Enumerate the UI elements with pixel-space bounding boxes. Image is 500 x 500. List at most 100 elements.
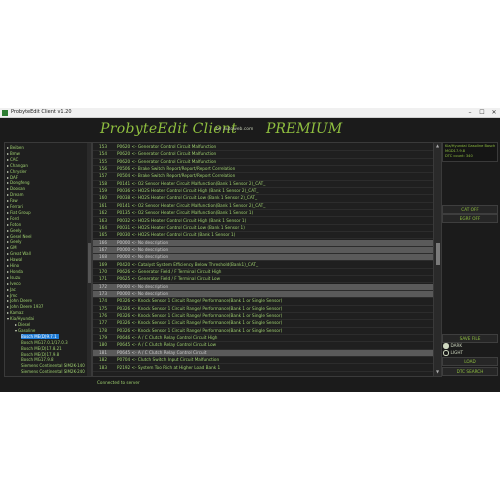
collapsed-arrow-icon[interactable]: ▸ <box>7 157 9 162</box>
dtc-row[interactable]: 154 P0620 <- Generator Control Circuit Ma… <box>93 151 433 159</box>
tree-item[interactable]: ▸Hawal <box>7 257 22 262</box>
collapsed-arrow-icon[interactable]: ▸ <box>7 151 9 156</box>
tree-item[interactable]: ▸Fiat Group <box>7 210 31 215</box>
dtc-search-button[interactable]: DTC SEARCH <box>442 367 498 376</box>
tree-item[interactable]: ▸Beiben <box>7 145 24 150</box>
tree-item[interactable]: ▸Hino <box>7 263 19 268</box>
maximize-button[interactable]: ☐ <box>476 108 488 117</box>
dtc-row[interactable]: 162 P0135 <- O2 Sensor Heater Circuit Mal… <box>93 210 433 218</box>
tree-item[interactable]: ▸Iveco <box>7 281 21 286</box>
tree-item[interactable]: ▸John Deere 1937 <box>7 304 43 309</box>
tree-item[interactable]: ▸Jac <box>7 287 16 292</box>
tree-item[interactable]: Bosch ME(D)17.8.21 <box>21 346 62 351</box>
dtc-row[interactable]: 168 P0000 <- No description <box>93 254 433 262</box>
expanded-arrow-icon[interactable]: ▾ <box>7 316 9 321</box>
tree-item[interactable]: ▸Kamaz <box>7 310 23 315</box>
theme-dark-radio[interactable]: DARK <box>443 343 462 349</box>
tree-item[interactable]: ▾Gasoline <box>15 328 35 333</box>
dtc-row[interactable]: 173 P0000 <- No description <box>93 291 433 299</box>
dtc-row[interactable]: 160 P0038 <- HO2S Heater Control Circuit … <box>93 195 433 203</box>
collapsed-arrow-icon[interactable]: ▸ <box>7 251 9 256</box>
scroll-down-arrow[interactable]: ▼ <box>434 369 441 375</box>
collapsed-arrow-icon[interactable]: ▸ <box>7 239 9 244</box>
save-file-button[interactable]: SAVE FILE <box>442 334 498 343</box>
tree-item[interactable]: ▸Diesel <box>15 322 30 327</box>
dtc-row[interactable]: 171 P0625 <- Generator Field / F Terminal… <box>93 276 433 284</box>
tree-item[interactable]: Bosch ME(D)17.9.8 <box>21 352 59 357</box>
load-button[interactable]: LOAD <box>442 357 498 366</box>
tree-item[interactable]: Siemens Continental SIM2K-140 <box>21 363 85 368</box>
collapsed-arrow-icon[interactable]: ▸ <box>7 175 9 180</box>
dtc-row[interactable]: 183 P2192 <- System Too Rich at Higher Lo… <box>93 365 433 372</box>
dtc-row[interactable]: 167 P0000 <- No description <box>93 246 433 255</box>
dtc-row[interactable]: 153 P0620 <- Generator Control Circuit Ma… <box>93 144 433 152</box>
tree-item[interactable]: ▸Dream <box>7 192 23 197</box>
dtc-row[interactable]: 181 P0645 <- A / C Clutch Relay Control C… <box>93 349 433 357</box>
minimize-button[interactable]: – <box>464 108 476 117</box>
dtc-row[interactable]: 161 P0141 <- O2 Sensor Heater Circuit Mal… <box>93 203 433 210</box>
tree-item[interactable]: ▸DAF <box>7 175 18 180</box>
collapsed-arrow-icon[interactable]: ▸ <box>7 186 9 191</box>
dtc-row[interactable]: 156 P0506 <- Brake Switch Report/Report/R… <box>93 166 433 174</box>
tree-item[interactable]: Bosch ME(D)9.7.1 <box>21 333 59 340</box>
dtc-list-scrollbar[interactable]: ▲ ▼ <box>433 142 442 377</box>
tree-item[interactable]: ▸John Deere <box>7 298 32 303</box>
dtc-row[interactable]: 175 P0326 <- Knock Sensor 1 Circuit Range… <box>93 306 433 313</box>
dtc-row[interactable]: 182 P0704 <- Clutch Switch Input Circuit … <box>93 357 433 365</box>
dtc-list-scroll-thumb[interactable] <box>435 243 440 265</box>
dtc-row[interactable]: 169 P0420 <- Catalyst System Efficiency B… <box>93 262 433 269</box>
dtc-row[interactable]: 165 P0030 <- HO2S Heater Control Circuit … <box>93 232 433 240</box>
tree-item[interactable]: ▸Dongfeng <box>7 180 30 185</box>
tree-item[interactable]: ▸Geely <box>7 239 22 244</box>
tree-item[interactable]: ▸Ford <box>7 216 19 221</box>
collapsed-arrow-icon[interactable]: ▸ <box>7 275 9 280</box>
collapsed-arrow-icon[interactable]: ▸ <box>7 192 9 197</box>
tree-item[interactable]: ▸CAC <box>7 157 18 162</box>
dtc-row[interactable]: 179 P0646 <- A / C Clutch Relay Control C… <box>93 335 433 343</box>
collapsed-arrow-icon[interactable]: ▸ <box>15 322 17 327</box>
tree-scrollbar[interactable] <box>87 143 91 376</box>
dtc-row[interactable]: 177 P0326 <- Knock Sensor 1 Circuit Range… <box>93 320 433 328</box>
collapsed-arrow-icon[interactable]: ▸ <box>7 222 9 227</box>
dtc-row[interactable]: 159 P0036 <- HO2S Heater Control Circuit … <box>93 188 433 196</box>
dtc-row[interactable]: 174 P0326 <- Knock Sensor 1 Circuit Range… <box>93 298 433 306</box>
dtc-row[interactable]: 155 P0620 <- Generator Control Circuit Ma… <box>93 159 433 166</box>
dtc-row[interactable]: 180 P0645 <- A / C Clutch Relay Control C… <box>93 342 433 350</box>
collapsed-arrow-icon[interactable]: ▸ <box>7 234 9 239</box>
collapsed-arrow-icon[interactable]: ▸ <box>7 210 9 215</box>
dtc-row[interactable]: 170 P0626 <- Generator Field / F Terminal… <box>93 269 433 277</box>
tree-item[interactable]: ▸Isuzu <box>7 275 20 280</box>
collapsed-arrow-icon[interactable]: ▸ <box>7 269 9 274</box>
tree-item[interactable]: ▸Geely <box>7 228 22 233</box>
collapsed-arrow-icon[interactable]: ▸ <box>7 163 9 168</box>
theme-light-radio[interactable]: LIGHT <box>443 350 463 356</box>
tree-item[interactable]: ▸GM <box>7 245 17 250</box>
collapsed-arrow-icon[interactable]: ▸ <box>7 293 9 298</box>
tree-item[interactable]: ▸Changan <box>7 163 28 168</box>
cat-off-button[interactable]: CAT OFF <box>442 205 498 214</box>
scroll-up-arrow[interactable]: ▲ <box>434 143 441 149</box>
collapsed-arrow-icon[interactable]: ▸ <box>7 204 9 209</box>
expanded-arrow-icon[interactable]: ▾ <box>15 328 17 333</box>
dtc-row[interactable]: 158 P0141 <- O2 Sensor Heater Circuit Mal… <box>93 181 433 188</box>
dtc-row[interactable]: 176 P0326 <- Knock Sensor 1 Circuit Range… <box>93 313 433 321</box>
tree-item[interactable]: ▸Doosan <box>7 186 25 191</box>
collapsed-arrow-icon[interactable]: ▸ <box>7 245 9 250</box>
tree-item[interactable]: Bosch MG17.9.8 <box>21 357 54 362</box>
close-button[interactable]: ✕ <box>488 108 500 117</box>
collapsed-arrow-icon[interactable]: ▸ <box>7 298 9 303</box>
collapsed-arrow-icon[interactable]: ▸ <box>7 263 9 268</box>
tree-item[interactable]: ▸Foton <box>7 222 21 227</box>
collapsed-arrow-icon[interactable]: ▸ <box>7 169 9 174</box>
egr-off-button[interactable]: EGRF OFF <box>442 214 498 223</box>
dtc-row[interactable]: 172 P0000 <- No description <box>93 283 433 291</box>
tree-item[interactable]: Bosch MG17.0.1/17.0.3 <box>21 340 68 345</box>
dtc-row[interactable]: 157 P0504 <- Brake Switch Report/Report/R… <box>93 173 433 181</box>
tree-item[interactable]: ▸Honda <box>7 269 23 274</box>
tree-item[interactable]: ▸Jmc <box>7 293 17 298</box>
collapsed-arrow-icon[interactable]: ▸ <box>7 310 9 315</box>
tree-item[interactable]: ▸Gesel Neel <box>7 234 32 239</box>
tree-item[interactable]: ▸Faw <box>7 198 18 203</box>
collapsed-arrow-icon[interactable]: ▸ <box>7 216 9 221</box>
brand-tree[interactable]: ▸Beiben ▸Bmw ▸CAC ▸Changan ▸Chrysler ▸DAF ▸Don… <box>4 142 92 377</box>
